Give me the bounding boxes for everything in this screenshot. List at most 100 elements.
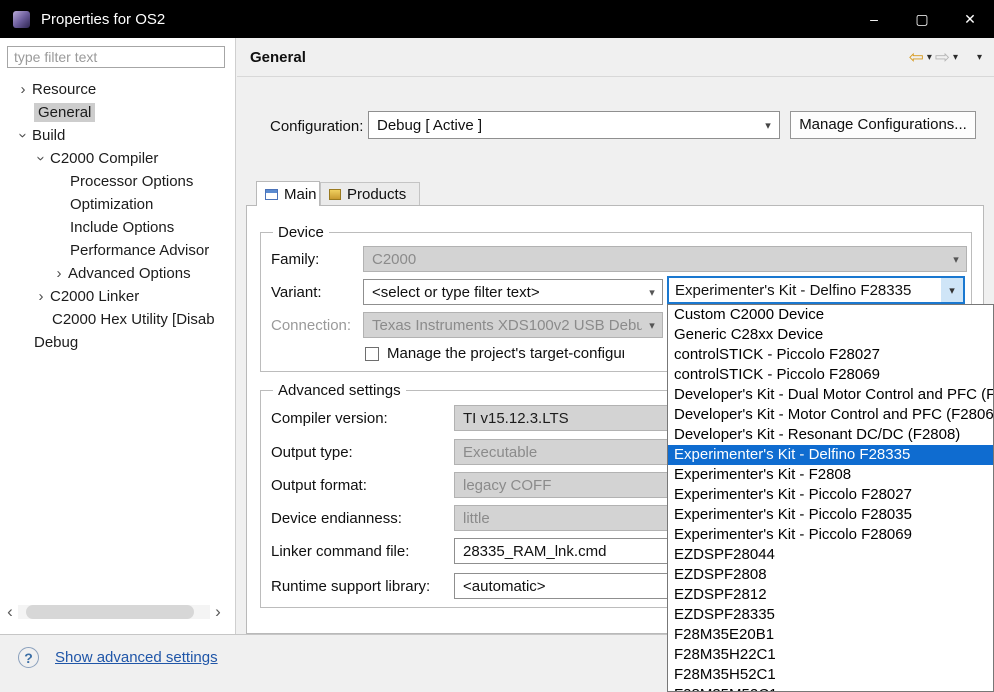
scroll-left-icon[interactable]: ‹	[2, 602, 18, 622]
configuration-label: Configuration:	[270, 118, 363, 135]
forward-arrow-icon[interactable]: ⇨	[935, 48, 950, 66]
tree-item-label: Processor Options	[70, 173, 193, 190]
output-format-label: Output format:	[271, 477, 367, 494]
manage-target-config-label: Manage the project's target-configuratio…	[387, 345, 624, 362]
back-menu-caret-icon[interactable]: ▾	[927, 52, 932, 63]
variant-filter-value: <select or type filter text>	[364, 284, 642, 301]
dropdown-option[interactable]: Experimenter's Kit - Piccolo F28069	[668, 525, 993, 545]
tree-item-c2000-compiler[interactable]: › C2000 Compiler	[0, 147, 234, 170]
configuration-value: Debug [ Active ]	[369, 117, 757, 134]
tree-item-label: General	[34, 103, 95, 122]
tree-item-optimization[interactable]: Optimization	[0, 193, 234, 216]
dropdown-option[interactable]: Developer's Kit - Motor Control and PFC …	[668, 405, 993, 425]
dropdown-option[interactable]: EZDSPF28335	[668, 605, 993, 625]
tree-item-label: C2000 Hex Utility [Disab	[52, 311, 215, 328]
sidebar: › Resource General › Build › C2000 Compi…	[0, 38, 236, 634]
tree-item-label: Include Options	[70, 219, 174, 236]
page-navigation: ⇦ ▾ ⇨ ▾ ▾	[909, 48, 982, 66]
output-type-label: Output type:	[271, 444, 353, 461]
chevron-down-icon[interactable]: ▾	[642, 286, 662, 299]
tree-item-label: Resource	[32, 81, 96, 98]
tab-products[interactable]: Products	[320, 182, 420, 205]
tree-item-performance-advisor[interactable]: Performance Advisor	[0, 239, 234, 262]
form-icon	[265, 189, 278, 200]
tab-main[interactable]: Main	[256, 181, 320, 206]
window-controls: – ▢ ✕	[850, 0, 994, 38]
dropdown-option[interactable]: F28M35H52C1	[668, 665, 993, 685]
dropdown-option[interactable]: F28M35M52C1	[668, 685, 993, 692]
tree-item-include-options[interactable]: Include Options	[0, 216, 234, 239]
scrollbar-thumb[interactable]	[26, 605, 194, 619]
dropdown-option[interactable]: Developer's Kit - Resonant DC/DC (F2808)	[668, 425, 993, 445]
maximize-button[interactable]: ▢	[898, 0, 946, 38]
help-icon[interactable]: ?	[18, 647, 39, 668]
connection-value: Texas Instruments XDS100v2 USB Debug Pro…	[364, 317, 642, 334]
products-icon	[329, 189, 341, 200]
show-advanced-settings-link[interactable]: Show advanced settings	[55, 649, 218, 666]
dropdown-option[interactable]: EZDSPF28044	[668, 545, 993, 565]
connection-select: Texas Instruments XDS100v2 USB Debug Pro…	[363, 312, 663, 338]
connection-label: Connection:	[271, 317, 351, 334]
properties-dialog: Properties for OS2 – ▢ ✕ › Resource Gene…	[0, 0, 994, 692]
dropdown-option[interactable]: Generic C28xx Device	[668, 325, 993, 345]
device-endianness-label: Device endianness:	[271, 510, 402, 527]
tree-item-advanced-options[interactable]: › Advanced Options	[0, 262, 234, 285]
dropdown-option-selected[interactable]: Experimenter's Kit - Delfino F28335	[668, 445, 993, 465]
tree-item-debug[interactable]: Debug	[0, 331, 234, 354]
dropdown-option[interactable]: Experimenter's Kit - Piccolo F28035	[668, 505, 993, 525]
filter-input[interactable]	[7, 46, 225, 68]
chevron-down-icon[interactable]: ›	[15, 127, 32, 145]
manage-target-config-checkbox[interactable]	[365, 347, 379, 361]
tree-item-label: Optimization	[70, 196, 153, 213]
dropdown-option[interactable]: Custom C2000 Device	[668, 305, 993, 325]
chevron-right-icon[interactable]: ›	[50, 265, 68, 282]
close-button[interactable]: ✕	[946, 0, 994, 38]
family-select: C2000 ▾	[363, 246, 967, 272]
dropdown-option[interactable]: F28M35H22C1	[668, 645, 993, 665]
tree-item-label: Debug	[34, 334, 78, 351]
tree-item-general[interactable]: General	[0, 101, 234, 124]
scroll-right-icon[interactable]: ›	[210, 602, 226, 622]
runtime-support-library-label: Runtime support library:	[271, 578, 430, 595]
dropdown-option[interactable]: Experimenter's Kit - F2808	[668, 465, 993, 485]
chevron-down-icon: ▾	[946, 253, 966, 266]
tree-item-build[interactable]: › Build	[0, 124, 234, 147]
linker-command-file-label: Linker command file:	[271, 543, 409, 560]
variant-value: Experimenter's Kit - Delfino F28335	[669, 282, 941, 299]
dropdown-option[interactable]: EZDSPF2812	[668, 585, 993, 605]
family-label: Family:	[271, 251, 319, 268]
dropdown-option[interactable]: F28M35E20B1	[668, 625, 993, 645]
page-title: General	[250, 49, 306, 66]
dropdown-option[interactable]: Experimenter's Kit - Piccolo F28027	[668, 485, 993, 505]
forward-menu-caret-icon[interactable]: ▾	[953, 52, 958, 63]
back-arrow-icon[interactable]: ⇦	[909, 48, 924, 66]
titlebar: Properties for OS2 – ▢ ✕	[0, 0, 994, 38]
tree-item-label: C2000 Compiler	[50, 150, 158, 167]
scrollbar-track[interactable]	[18, 605, 210, 619]
chevron-down-icon[interactable]: ›	[33, 150, 50, 168]
chevron-down-icon[interactable]: ▾	[941, 278, 963, 302]
dropdown-option[interactable]: EZDSPF2808	[668, 565, 993, 585]
dropdown-option[interactable]: Developer's Kit - Dual Motor Control and…	[668, 385, 993, 405]
tree-item-c2000-linker[interactable]: › C2000 Linker	[0, 285, 234, 308]
chevron-right-icon[interactable]: ›	[14, 81, 32, 98]
chevron-right-icon[interactable]: ›	[32, 288, 50, 305]
page-header: General ⇦ ▾ ⇨ ▾ ▾	[237, 38, 994, 77]
variant-filter-select[interactable]: <select or type filter text> ▾	[363, 279, 663, 305]
view-menu-caret-icon[interactable]: ▾	[977, 52, 982, 63]
chevron-down-icon[interactable]: ▾	[757, 119, 779, 132]
tree-item-label: Build	[32, 127, 65, 144]
tree-item-c2000-hex-utility[interactable]: C2000 Hex Utility [Disab	[0, 308, 234, 331]
minimize-button[interactable]: –	[850, 0, 898, 38]
tree-item-processor-options[interactable]: Processor Options	[0, 170, 234, 193]
variant-select[interactable]: Experimenter's Kit - Delfino F28335 ▾	[667, 276, 965, 304]
tree-item-label: Performance Advisor	[70, 242, 209, 259]
variant-dropdown-list: Custom C2000 Device Generic C28xx Device…	[667, 304, 994, 692]
dropdown-option[interactable]: controlSTICK - Piccolo F28027	[668, 345, 993, 365]
dropdown-option[interactable]: controlSTICK - Piccolo F28069	[668, 365, 993, 385]
window-title: Properties for OS2	[41, 11, 165, 28]
sidebar-horizontal-scrollbar[interactable]: ‹ ›	[2, 600, 226, 624]
configuration-select[interactable]: Debug [ Active ] ▾	[368, 111, 780, 139]
tree-item-resource[interactable]: › Resource	[0, 78, 234, 101]
manage-configurations-button[interactable]: Manage Configurations...	[790, 111, 976, 139]
